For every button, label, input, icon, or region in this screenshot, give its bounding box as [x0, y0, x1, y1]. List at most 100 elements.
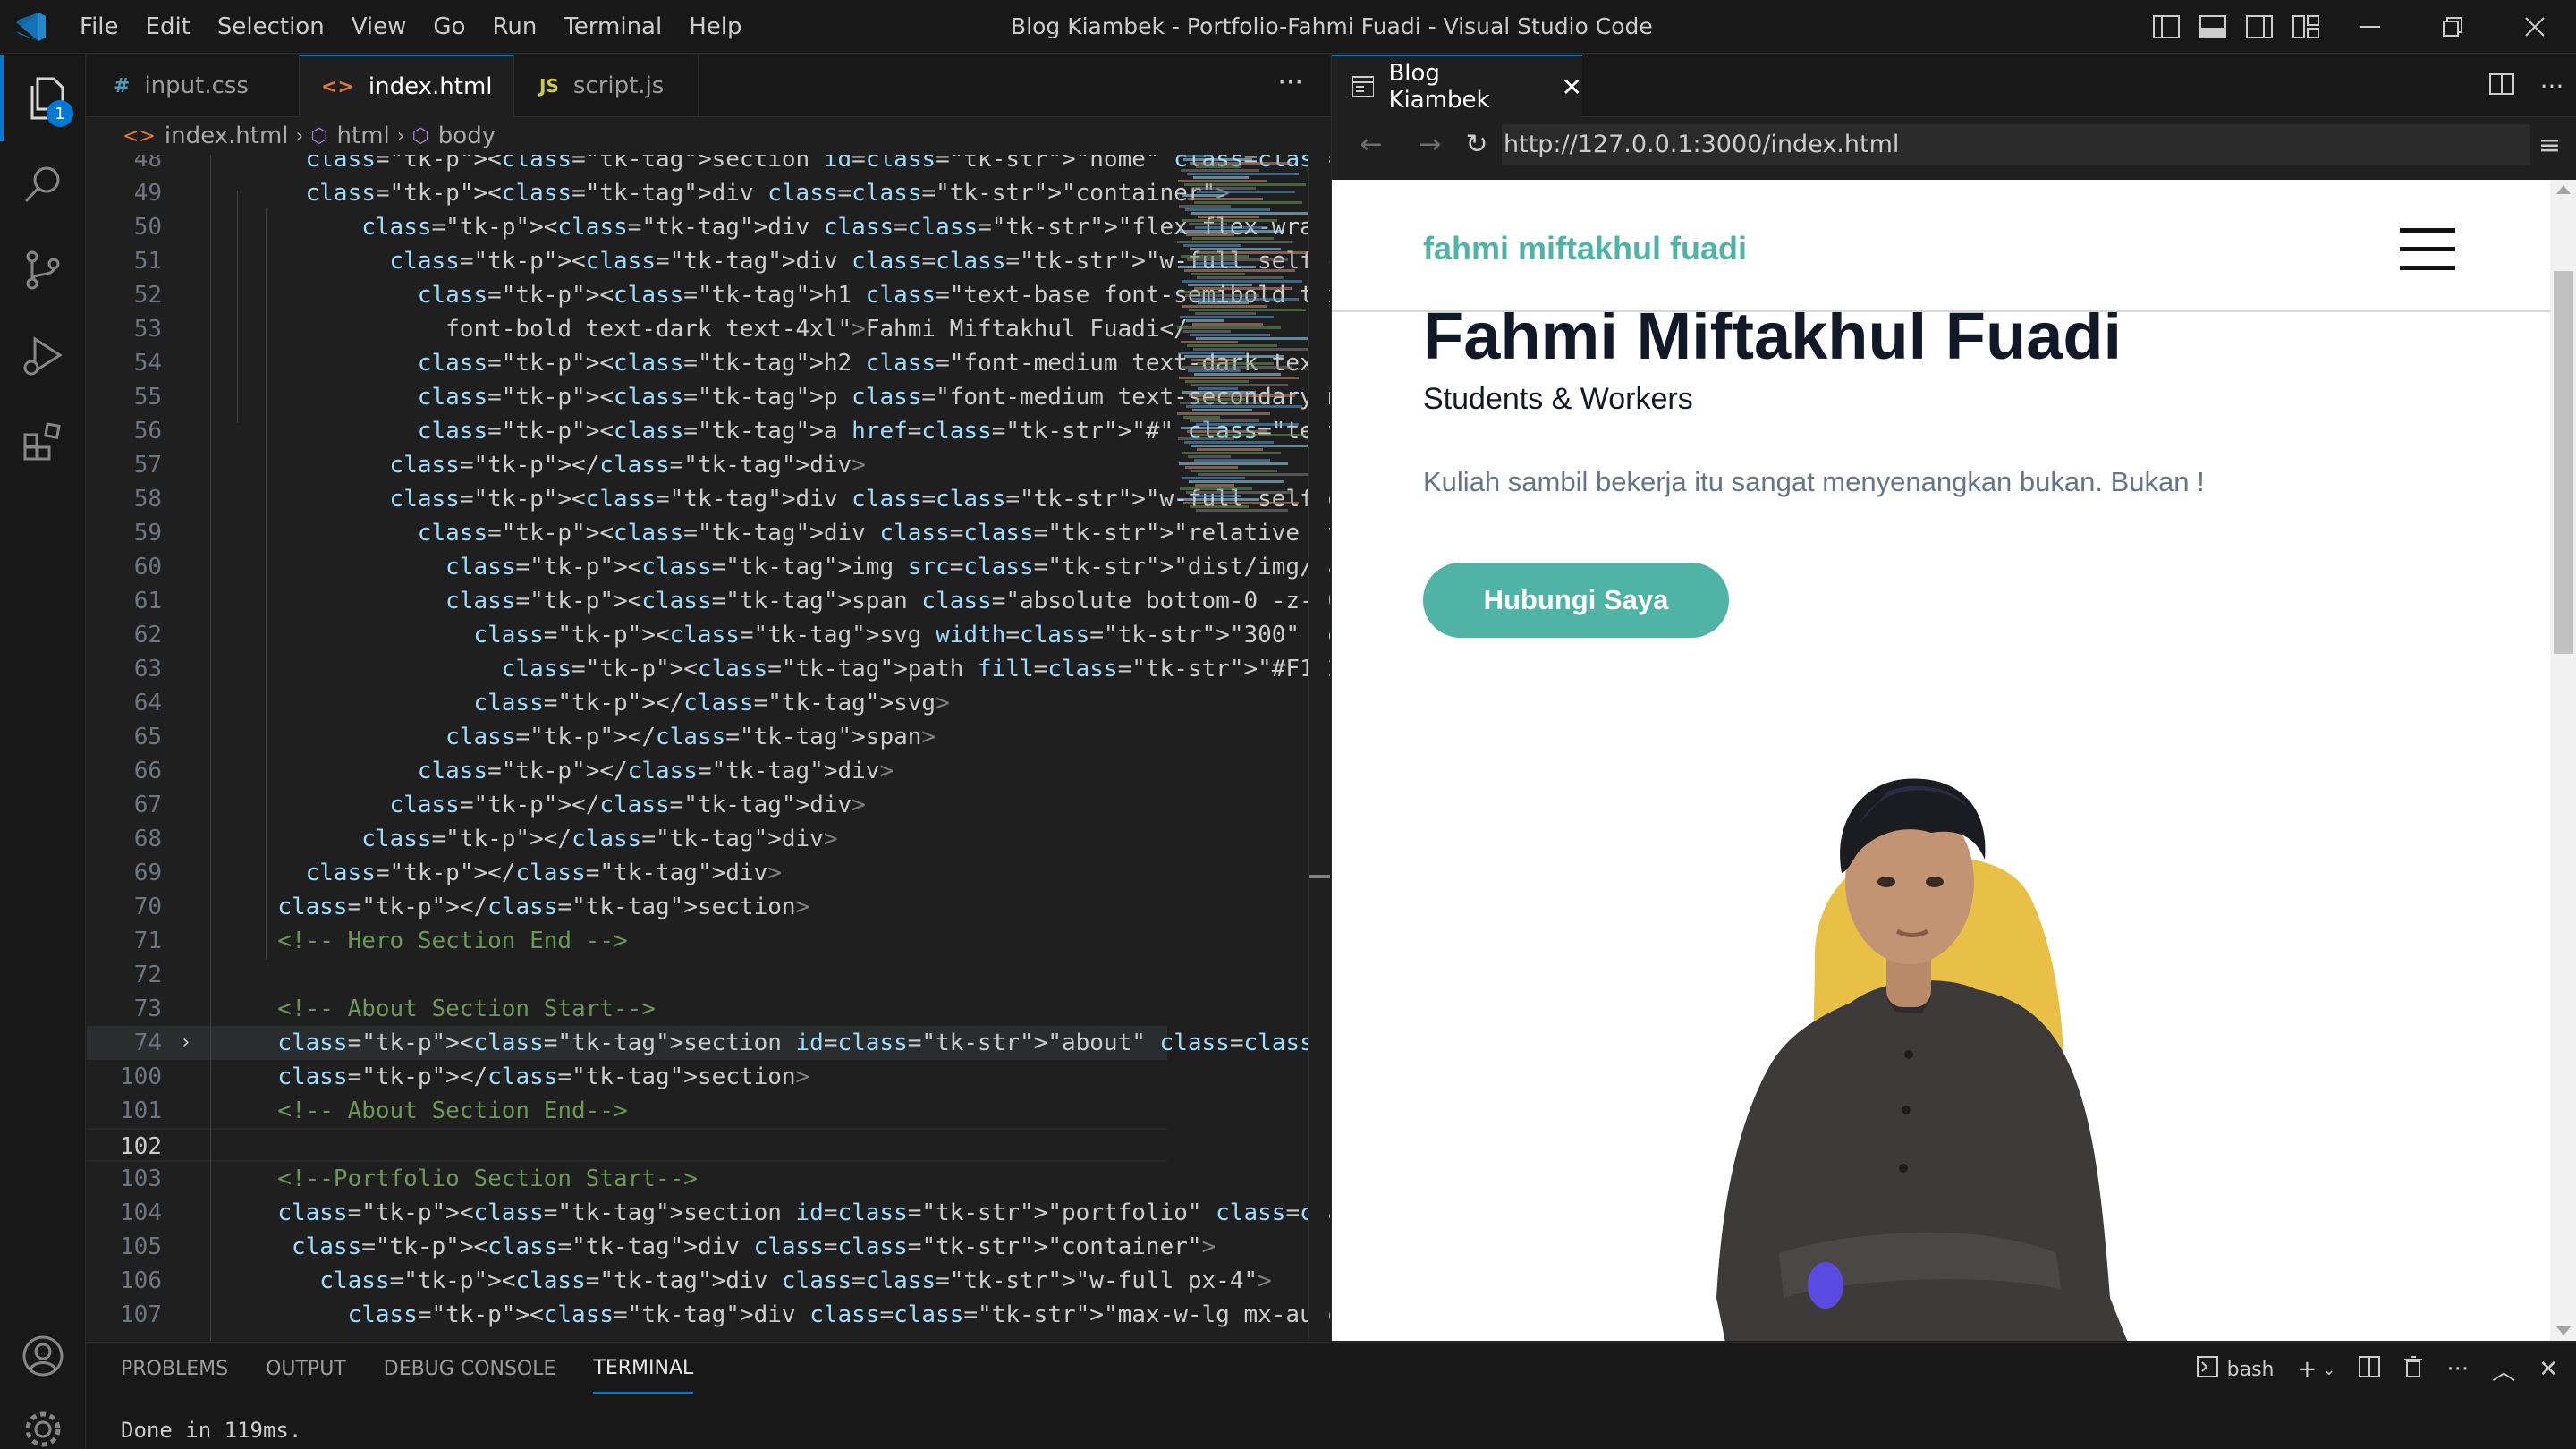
scrollbar-thumb[interactable] — [2554, 271, 2573, 654]
menu-help[interactable]: Help — [675, 13, 755, 40]
code-line[interactable]: 106 class="tk-p"><class="tk-tag">div cla… — [87, 1264, 1272, 1298]
code-line[interactable]: 107 class="tk-p"><class="tk-tag">div cla… — [87, 1298, 1330, 1332]
menu-go[interactable]: Go — [419, 13, 479, 40]
close-panel-icon[interactable]: ✕ — [2538, 1356, 2558, 1383]
site-header: fahmi miftakhul fuadi — [1332, 180, 2550, 312]
site-brand-link[interactable]: fahmi miftakhul fuadi — [1423, 230, 1747, 267]
code-line[interactable]: 100 class="tk-p"></class="tk-tag">sectio… — [87, 1060, 1167, 1094]
code-text: <!-- About Section End--> — [250, 1097, 628, 1124]
menu-edit[interactable]: Edit — [132, 13, 204, 40]
code-line[interactable]: 74 › class="tk-p"><class="tk-tag">section… — [87, 1026, 1330, 1060]
code-line[interactable]: 51 class="tk-p"><class="tk-tag">div clas… — [87, 244, 1330, 278]
tab-blog-kiambek[interactable]: Blog Kiambek ✕ — [1332, 55, 1582, 117]
tab-input-css[interactable]: # input.css — [87, 55, 300, 117]
tab-script-js[interactable]: JS script.js — [514, 55, 699, 117]
extensions-icon[interactable] — [0, 399, 86, 485]
menu-run[interactable]: Run — [479, 13, 550, 40]
back-arrow-icon[interactable]: ← — [1353, 126, 1389, 162]
code-line[interactable]: 49 class="tk-p"><class="tk-tag">div clas… — [87, 176, 1230, 210]
code-line[interactable]: 105 class="tk-p"><class="tk-tag">div cla… — [87, 1230, 1216, 1264]
code-line[interactable]: 57 class="tk-p"></class="tk-tag">div> — [87, 448, 1167, 482]
restore-button[interactable] — [2411, 0, 2494, 54]
more-actions-icon[interactable]: ··· — [2446, 1356, 2469, 1383]
code-line[interactable]: 67 class="tk-p"></class="tk-tag">div> — [87, 788, 1167, 822]
code-line[interactable]: 68 class="tk-p"></class="tk-tag">div> — [87, 822, 1167, 856]
more-actions-icon[interactable]: ··· — [2527, 72, 2576, 101]
code-line[interactable]: 53 font-bold text-dark text-4xl">Fahmi M… — [87, 312, 1188, 346]
code-line[interactable]: 70 class="tk-p"></class="tk-tag">section… — [87, 890, 1167, 924]
code-line[interactable]: 69 class="tk-p"></class="tk-tag">div> — [87, 856, 1167, 890]
code-line[interactable]: 71 <!-- Hero Section End --> — [87, 924, 1167, 958]
toggle-panel-icon[interactable] — [2190, 0, 2236, 54]
page-scrollbar[interactable] — [2550, 180, 2576, 1341]
minimap[interactable] — [1172, 155, 1320, 530]
code-line[interactable]: 62 class="tk-p"><class="tk-tag">svg widt… — [87, 618, 1330, 652]
code-line[interactable]: 73 <!-- About Section Start--> — [87, 992, 1167, 1026]
forward-arrow-icon[interactable]: → — [1412, 126, 1448, 162]
code-area[interactable]: 48 class="tk-p"><class="tk-tag">section … — [87, 155, 1330, 1341]
editor-scrollbar[interactable] — [1308, 155, 1330, 1341]
hamburger-menu-icon[interactable] — [2400, 228, 2455, 271]
code-line[interactable]: 54 class="tk-p"><class="tk-tag">h2 class… — [87, 346, 1330, 380]
code-text: class="tk-p"><class="tk-tag">h1 class="t… — [417, 282, 1330, 309]
code-line[interactable]: 59 class="tk-p"><class="tk-tag">div clas… — [87, 516, 1330, 550]
menu-terminal[interactable]: Terminal — [550, 13, 675, 40]
code-line[interactable]: 66 class="tk-p"></class="tk-tag">div> — [87, 754, 1167, 788]
trash-icon[interactable] — [2403, 1355, 2423, 1384]
terminal-output[interactable]: Done in 119ms. — [121, 1418, 301, 1443]
explorer-icon[interactable]: 1 — [0, 55, 86, 141]
tab-problems[interactable]: PROBLEMS — [121, 1345, 228, 1393]
breadcrumb-html[interactable]: html — [337, 123, 390, 149]
code-line[interactable]: 63 class="tk-p"><class="tk-tag">path fil… — [87, 652, 1330, 686]
close-tab-icon[interactable]: ✕ — [1562, 72, 1582, 102]
toggle-primary-sidebar-icon[interactable] — [2143, 0, 2190, 54]
contact-button[interactable]: Hubungi Saya — [1423, 563, 1729, 638]
toggle-secondary-sidebar-icon[interactable] — [2236, 0, 2283, 54]
run-and-debug-icon[interactable] — [0, 313, 86, 399]
menu-view[interactable]: View — [338, 13, 420, 40]
code-line[interactable]: 65 class="tk-p"></class="tk-tag">span> — [87, 720, 1167, 754]
close-window-button[interactable] — [2494, 0, 2576, 54]
code-line[interactable]: 58 class="tk-p"><class="tk-tag">div clas… — [87, 482, 1330, 516]
breadcrumb-body[interactable]: body — [438, 123, 496, 149]
breadcrumb-file[interactable]: index.html — [165, 123, 289, 149]
minimap-line — [1183, 502, 1299, 504]
code-line[interactable]: 103 <!--Portfolio Section Start--> — [87, 1162, 1167, 1196]
code-line[interactable]: 50 class="tk-p"><class="tk-tag">div clas… — [87, 210, 1330, 244]
tab-output[interactable]: OUTPUT — [266, 1345, 346, 1393]
browser-menu-icon[interactable]: ≡ — [2538, 130, 2561, 161]
code-line[interactable]: 101 <!-- About Section End--> — [87, 1094, 1167, 1128]
code-line[interactable]: 61 class="tk-p"><class="tk-tag">span cla… — [87, 584, 1330, 618]
code-line[interactable]: 56 class="tk-p"><class="tk-tag">a href=c… — [87, 414, 1330, 448]
url-input[interactable]: http://127.0.0.1:3000/index.html — [1502, 124, 2530, 165]
search-icon[interactable] — [0, 141, 86, 227]
tab-index-html[interactable]: <> index.html — [300, 55, 514, 117]
terminal-shell-label[interactable]: bash — [2227, 1359, 2275, 1381]
split-terminal-icon[interactable] — [2359, 1355, 2381, 1384]
manage-gear-icon[interactable] — [0, 1386, 86, 1449]
scroll-up-arrow-icon[interactable] — [2556, 185, 2571, 194]
new-terminal-icon[interactable]: + — [2298, 1356, 2318, 1383]
code-line[interactable]: 48 class="tk-p"><class="tk-tag">section … — [87, 155, 1330, 176]
code-line[interactable]: 64 class="tk-p"></class="tk-tag">svg> — [87, 686, 1167, 720]
maximize-panel-icon[interactable]: ︿ — [2492, 1353, 2515, 1386]
fold-chevron-icon[interactable]: › — [180, 1026, 191, 1060]
code-line[interactable]: 55 class="tk-p"><class="tk-tag">p class=… — [87, 380, 1330, 414]
code-line[interactable]: 52 class="tk-p"><class="tk-tag">h1 class… — [87, 278, 1330, 312]
code-line[interactable]: 102 — [87, 1128, 1167, 1162]
more-actions-icon[interactable]: ··· — [1277, 67, 1303, 98]
source-control-icon[interactable] — [0, 227, 86, 313]
split-editor-icon[interactable] — [2477, 72, 2527, 101]
minimize-button[interactable] — [2329, 0, 2411, 54]
code-line[interactable]: 104 class="tk-p"><class="tk-tag">section… — [87, 1196, 1330, 1230]
code-line[interactable]: 60 class="tk-p"><class="tk-tag">img src=… — [87, 550, 1330, 584]
menu-file[interactable]: File — [66, 13, 132, 40]
scroll-down-arrow-icon[interactable] — [2556, 1326, 2571, 1335]
menu-selection[interactable]: Selection — [204, 13, 338, 40]
reload-icon[interactable]: ↻ — [1459, 126, 1495, 162]
tab-debug-console[interactable]: DEBUG CONSOLE — [384, 1345, 556, 1393]
customize-layout-icon[interactable] — [2283, 0, 2329, 54]
code-line[interactable]: 72 — [87, 958, 1167, 992]
chevron-down-icon[interactable]: ⌄ — [2322, 1360, 2335, 1379]
tab-terminal[interactable]: TERMINAL — [593, 1344, 694, 1394]
